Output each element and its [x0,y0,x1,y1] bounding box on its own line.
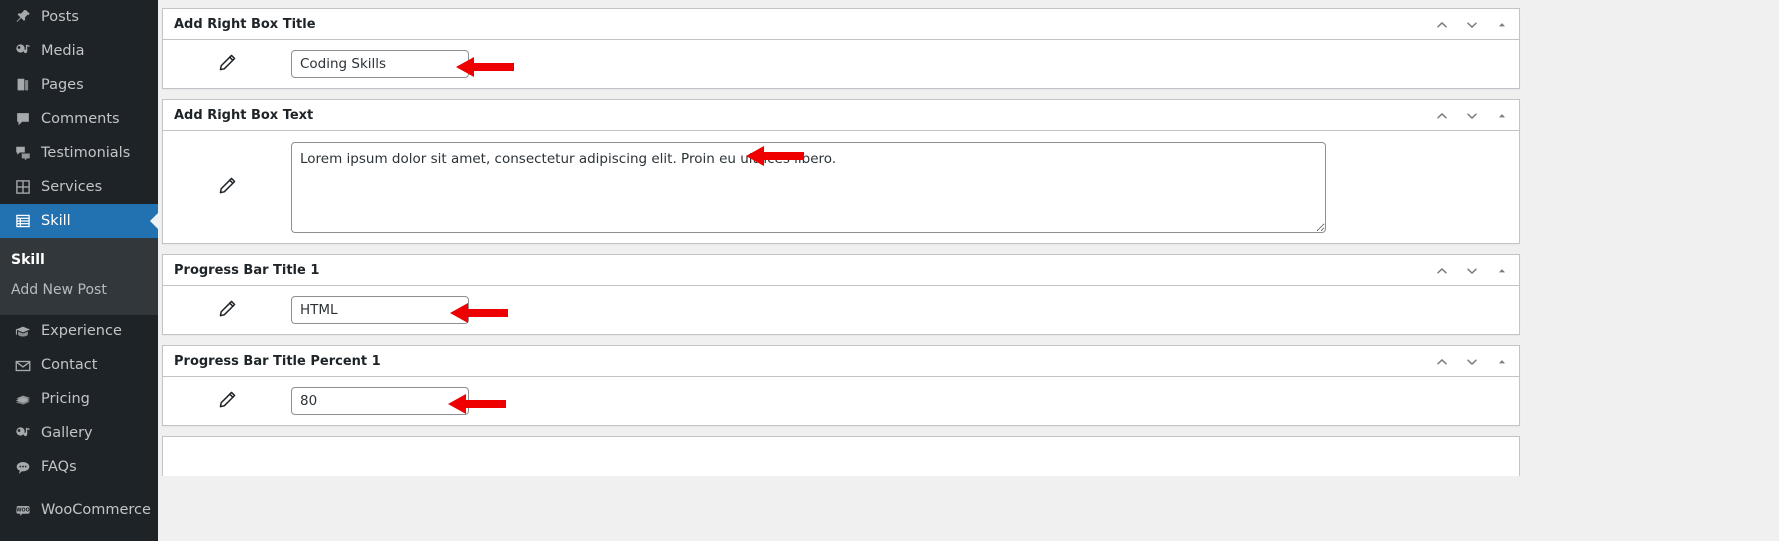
progress-bar-title-percent-1-input[interactable] [291,387,469,415]
media-icon [8,425,38,443]
wordpress-admin-screen: Posts Media Pages Comments Testimonials … [0,0,1779,541]
chevron-up-icon[interactable] [1427,101,1457,131]
metabox-title: Add Right Box Title [174,16,316,32]
metabox-body: Lorem ipsum dolor sit amet, consectetur … [163,131,1519,243]
sidebar-item-label: Skill [41,212,71,229]
sidebar-item-media[interactable]: Media [0,34,158,68]
sidebar-item-experience[interactable]: Experience [0,315,158,349]
metabox-add-right-box-title: Add Right Box Title [162,8,1520,89]
pages-icon [8,76,38,94]
pin-icon [8,8,38,26]
envelope-icon [8,357,38,375]
testimonial-icon [8,144,38,162]
metabox-title: Add Right Box Text [174,107,314,123]
triangle-up-icon[interactable] [1487,10,1517,40]
sidebar-item-label: Media [41,42,85,59]
chevron-up-icon[interactable] [1427,256,1457,286]
sidebar-item-comments[interactable]: Comments [0,102,158,136]
field-icon-cell [163,40,291,88]
svg-text:WOO: WOO [16,507,30,513]
chevron-down-icon[interactable] [1457,347,1487,377]
sidebar-item-contact[interactable]: Contact [0,349,158,383]
metabox-header[interactable]: Add Right Box Text [163,100,1519,131]
field-input-cell [291,286,1519,334]
admin-sidebar-menu: Posts Media Pages Comments Testimonials … [0,0,158,541]
sidebar-item-label: Services [41,178,103,195]
sidebar-item-pricing[interactable]: Pricing [0,383,158,417]
sidebar-item-label: Posts [41,8,79,25]
menu-separator [0,485,158,494]
metabox-header[interactable]: Add Right Box Title [163,9,1519,40]
metabox-body [163,286,1519,334]
metabox-handle-actions [1427,346,1517,377]
metabox-title: Progress Bar Title Percent 1 [174,353,381,369]
grid-icon [8,178,38,196]
metabox-header[interactable]: Progress Bar Title 1 [163,255,1519,286]
field-icon-cell [163,131,291,243]
field-icon-cell [163,377,291,425]
sidebar-item-pages[interactable]: Pages [0,68,158,102]
field-input-cell [291,377,1519,425]
metabox-partial-next [162,436,1520,476]
metabox-container: Add Right Box Title Coding Skills Add Ri… [158,0,1779,541]
sidebar-item-posts[interactable]: Posts [0,0,158,34]
sidebar-item-skill[interactable]: Skill [0,204,158,238]
sidebar-item-gallery[interactable]: Gallery [0,417,158,451]
sidebar-item-woocommerce[interactable]: WOO WooCommerce [0,494,158,528]
sidebar-item-testimonials[interactable]: Testimonials [0,136,158,170]
field-input-cell: Lorem ipsum dolor sit amet, consectetur … [291,132,1519,243]
triangle-up-icon[interactable] [1487,256,1517,286]
metabox-progress-bar-title-percent-1: Progress Bar Title Percent 1 [162,345,1520,426]
metabox-header[interactable]: Progress Bar Title Percent 1 [163,346,1519,377]
chevron-up-icon[interactable] [1427,347,1457,377]
chevron-down-icon[interactable] [1457,256,1487,286]
sidebar-item-label: FAQs [41,459,77,476]
sidebar-item-label: Contact [41,357,98,374]
sidebar-item-label: Comments [41,110,120,127]
media-icon [8,42,38,60]
pencil-icon [217,175,238,200]
metabox-add-right-box-text: Add Right Box Text Lorem ipsum dolor sit… [162,99,1520,244]
chevron-down-icon[interactable] [1457,10,1487,40]
submenu-item-add-new-post[interactable]: Add New Post [0,275,158,305]
sidebar-submenu-skill: Skill Add New Post [0,238,158,315]
chevron-up-icon[interactable] [1427,10,1457,40]
metabox-body [163,377,1519,425]
money-icon [8,391,38,409]
metabox-handle-actions [1427,9,1517,40]
chat-icon [8,459,38,477]
metabox-progress-bar-title-1: Progress Bar Title 1 [162,254,1520,335]
field-icon-cell [163,286,291,334]
right-box-text-textarea[interactable]: Lorem ipsum dolor sit amet, consectetur … [291,141,1326,233]
list-icon [8,212,38,230]
submenu-item-skill[interactable]: Skill [0,245,158,275]
sidebar-item-services[interactable]: Services [0,170,158,204]
progress-bar-title-1-input[interactable] [291,296,469,324]
pencil-icon [217,389,238,414]
triangle-up-icon[interactable] [1487,347,1517,377]
metabox-handle-actions [1427,100,1517,131]
sidebar-item-faqs[interactable]: FAQs [0,451,158,485]
metabox-handle-actions [1427,255,1517,286]
sidebar-item-label: Pages [41,76,84,93]
woo-icon: WOO [8,502,38,520]
field-input-cell [291,40,1519,88]
comment-icon [8,110,38,128]
sidebar-item-label: Testimonials [41,144,131,161]
sidebar-item-label: Experience [41,323,122,340]
right-box-title-input[interactable] [291,50,469,78]
chevron-down-icon[interactable] [1457,101,1487,131]
pencil-icon [217,298,238,323]
sidebar-item-label: WooCommerce [41,502,151,519]
sidebar-item-label: Gallery [41,425,93,442]
triangle-up-icon[interactable] [1487,101,1517,131]
sidebar-item-label: Pricing [41,391,90,408]
metabox-body [163,40,1519,88]
metabox-title: Progress Bar Title 1 [174,262,320,278]
pencil-icon [217,52,238,77]
graduation-icon [8,323,38,341]
